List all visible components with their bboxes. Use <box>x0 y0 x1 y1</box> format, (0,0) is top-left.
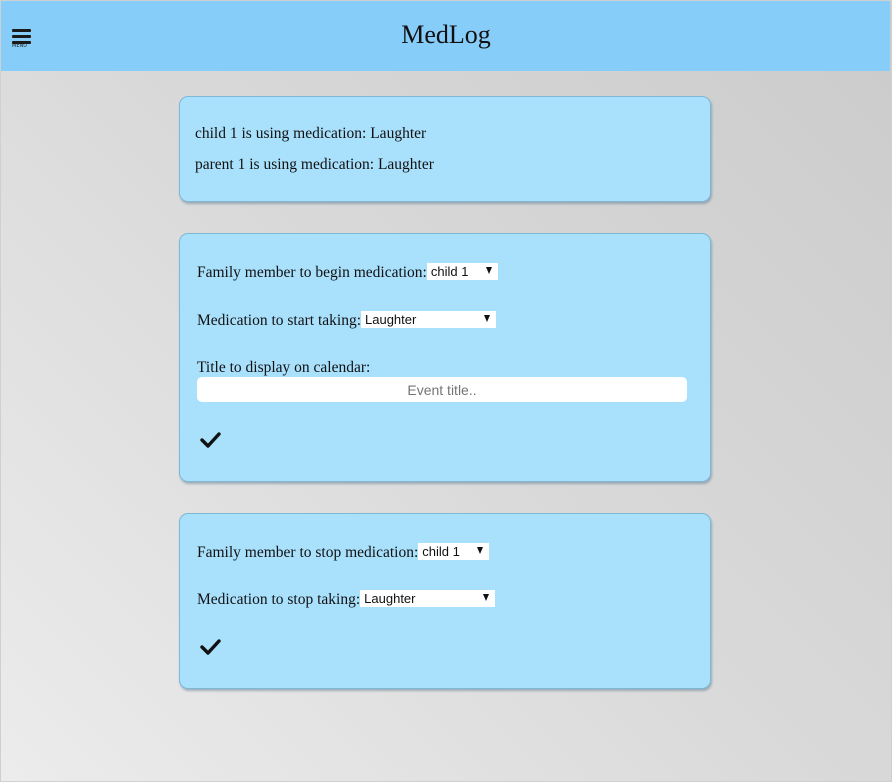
dropdown-arrow-icon <box>483 594 490 602</box>
current-medications-card: child 1 is using medication: Laughter pa… <box>179 96 711 202</box>
stop-submit-button[interactable] <box>200 638 222 656</box>
stop-member-row: Family member to stop medication: child 1 <box>197 543 490 562</box>
title-label: Title to display on calendar: <box>197 359 371 376</box>
stop-member-select[interactable]: child 1 <box>418 543 490 561</box>
dropdown-arrow-icon <box>484 315 491 323</box>
checkmark-icon <box>200 432 221 448</box>
stop-medication-select[interactable]: Laughter <box>360 590 496 608</box>
stop-medication-row: Medication to stop taking: Laughter <box>197 590 496 609</box>
stop-medication-selected-value: Laughter <box>364 591 416 607</box>
begin-member-row: Family member to begin medication: child … <box>197 263 498 282</box>
app-header: MENU MedLog <box>1 1 890 71</box>
begin-member-selected-value: child 1 <box>430 264 469 280</box>
stop-medication-label: Medication to stop taking: <box>197 591 361 608</box>
stop-member-label: Family member to stop medication: <box>197 544 419 561</box>
begin-medication-label: Medication to start taking: <box>197 312 362 329</box>
begin-member-label: Family member to begin medication: <box>197 264 427 281</box>
medication-status-line: child 1 is using medication: Laughter <box>195 125 427 142</box>
app-title: MedLog <box>401 20 491 49</box>
medication-status-line: parent 1 is using medication: Laughter <box>195 156 434 173</box>
stop-medication-card: Family member to stop medication: child 1… <box>179 513 711 689</box>
begin-member-select[interactable]: child 1 <box>426 263 498 281</box>
begin-medication-card: Family member to begin medication: child … <box>179 233 711 482</box>
event-title-input[interactable] <box>197 377 687 402</box>
checkmark-icon <box>200 639 221 655</box>
begin-medication-selected-value: Laughter <box>365 312 417 328</box>
begin-medication-row: Medication to start taking: Laughter <box>197 311 497 330</box>
begin-medication-select[interactable]: Laughter <box>361 311 497 329</box>
dropdown-arrow-icon <box>477 547 484 555</box>
stop-member-selected-value: child 1 <box>422 544 460 560</box>
begin-submit-button[interactable] <box>200 431 222 449</box>
dropdown-arrow-icon <box>485 267 492 275</box>
